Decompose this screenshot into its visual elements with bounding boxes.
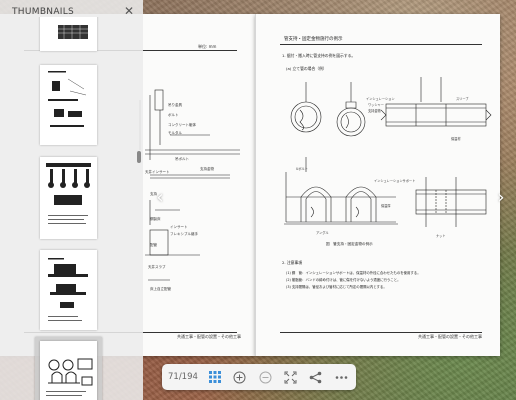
right-note-2: (2) 樹脂管：バンドの締め付けは、管に傷を付けないよう適度に行うこと。 bbox=[286, 278, 401, 282]
page-counter: 71/194 bbox=[168, 372, 198, 382]
right-annot-9: アングル bbox=[316, 230, 329, 235]
zoom-out-icon bbox=[259, 371, 272, 383]
fullscreen-button[interactable] bbox=[280, 366, 301, 388]
thumbnail-preview bbox=[48, 258, 88, 321]
left-page-footer: 共通工事・配管の設置・その他工事 bbox=[177, 334, 241, 339]
zoom-in-button[interactable] bbox=[229, 366, 250, 388]
right-section-2: 2. 注意事項 bbox=[282, 260, 303, 265]
chevron-left-icon[interactable]: ‹ bbox=[153, 187, 167, 209]
right-annot-3: 支持金物 bbox=[368, 108, 382, 113]
left-label-6: 支持金物 bbox=[200, 166, 214, 171]
thumbnail-page-2[interactable] bbox=[40, 65, 97, 145]
chevron-right-icon[interactable]: › bbox=[494, 187, 508, 209]
thumbnail-page-5-selected[interactable] bbox=[35, 337, 102, 400]
right-annot-2: ワッシャー bbox=[368, 102, 384, 107]
right-annot-5: 保温材 bbox=[451, 136, 461, 141]
right-note-1: (1) 鋼 管：インシュレーションサポートは、保温材の外径に合わせたものを使用す… bbox=[286, 271, 421, 275]
right-note-3: (3) 支持間隔は、管径および管材に応じて所定の間隔以内とする。 bbox=[286, 285, 387, 289]
thumbnails-panel: THUMBNAILS ✕ bbox=[0, 0, 143, 400]
right-annot-8: 保温厚 bbox=[381, 203, 391, 208]
left-label-9: 鋼製床 bbox=[150, 216, 161, 221]
bottom-toolbar: 71/194 bbox=[162, 364, 356, 390]
left-label-3: コンクリート躯体 bbox=[168, 122, 196, 127]
share-button[interactable] bbox=[305, 366, 326, 388]
thumbnail-page-1[interactable] bbox=[40, 17, 97, 51]
zoom-in-icon bbox=[233, 371, 246, 383]
right-notes: (1) 鋼 管：インシュレーションサポートは、保温材の外径に合わせたものを使用す… bbox=[286, 270, 486, 291]
left-label-2: ボルト bbox=[168, 112, 179, 117]
fullscreen-icon bbox=[284, 371, 297, 383]
right-page: 管支持・固定金物施行の例示 1. 据付・搬入時に管支持の例を図示する。 (a) … bbox=[255, 14, 500, 356]
thumbnails-icon bbox=[208, 371, 221, 383]
left-label-7: 天井インサート bbox=[145, 169, 170, 174]
left-label-4: モルタル bbox=[168, 130, 182, 135]
close-icon[interactable]: ✕ bbox=[122, 4, 136, 18]
right-figure-caption: 図 管支持・固定金物の例示 bbox=[326, 242, 373, 246]
more-icon bbox=[335, 375, 348, 379]
thumbnail-preview bbox=[48, 71, 87, 127]
share-icon bbox=[310, 371, 322, 383]
right-page-footer: 共通工事・配管の設置・その他工事 bbox=[418, 334, 482, 339]
right-annot-7: Uボルト bbox=[296, 166, 308, 171]
right-annot-6: インシュレーションサポート bbox=[374, 178, 415, 183]
thumbnail-preview bbox=[58, 25, 88, 39]
thumbnail-current bbox=[40, 341, 97, 400]
thumbnail-preview bbox=[46, 358, 93, 396]
more-button[interactable] bbox=[331, 366, 352, 388]
left-label-14: 床上自立配管 bbox=[150, 286, 171, 291]
left-label-13: 天井スラブ bbox=[148, 264, 166, 269]
left-label-10: インサート bbox=[170, 224, 188, 229]
right-annot-10: ナット bbox=[436, 233, 446, 238]
page-footer-rule bbox=[280, 332, 482, 333]
left-label-1: 吊り金具 bbox=[168, 102, 182, 107]
thumbnails-list[interactable] bbox=[0, 17, 143, 400]
thumbnails-title: THUMBNAILS bbox=[12, 7, 75, 17]
thumbnail-page-4[interactable] bbox=[40, 250, 97, 330]
right-page-drawing: インシュレーション ワッシャー 支持金物 スリーブ 保温材 インシュレーションサ… bbox=[284, 77, 492, 238]
page-header-rule bbox=[280, 44, 482, 45]
right-section-1: 1. 据付・搬入時に管支持の例を図示する。 bbox=[282, 53, 356, 58]
left-label-5: 吊ボルト bbox=[175, 156, 189, 161]
left-label-12: 配管 bbox=[150, 242, 157, 247]
zoom-out-button[interactable] bbox=[255, 366, 276, 388]
right-annot-4: スリーブ bbox=[456, 96, 469, 101]
right-page-title: 管支持・固定金物施行の例示 bbox=[284, 37, 343, 42]
thumbnails-button[interactable] bbox=[204, 366, 225, 388]
thumbnail-page-3[interactable] bbox=[40, 157, 97, 239]
thumbnails-scrollbar[interactable] bbox=[137, 151, 141, 163]
left-label-11: フレキシブル継手 bbox=[170, 231, 198, 236]
thumbnail-preview bbox=[46, 163, 91, 224]
right-annot-1: インシュレーション bbox=[366, 97, 395, 101]
